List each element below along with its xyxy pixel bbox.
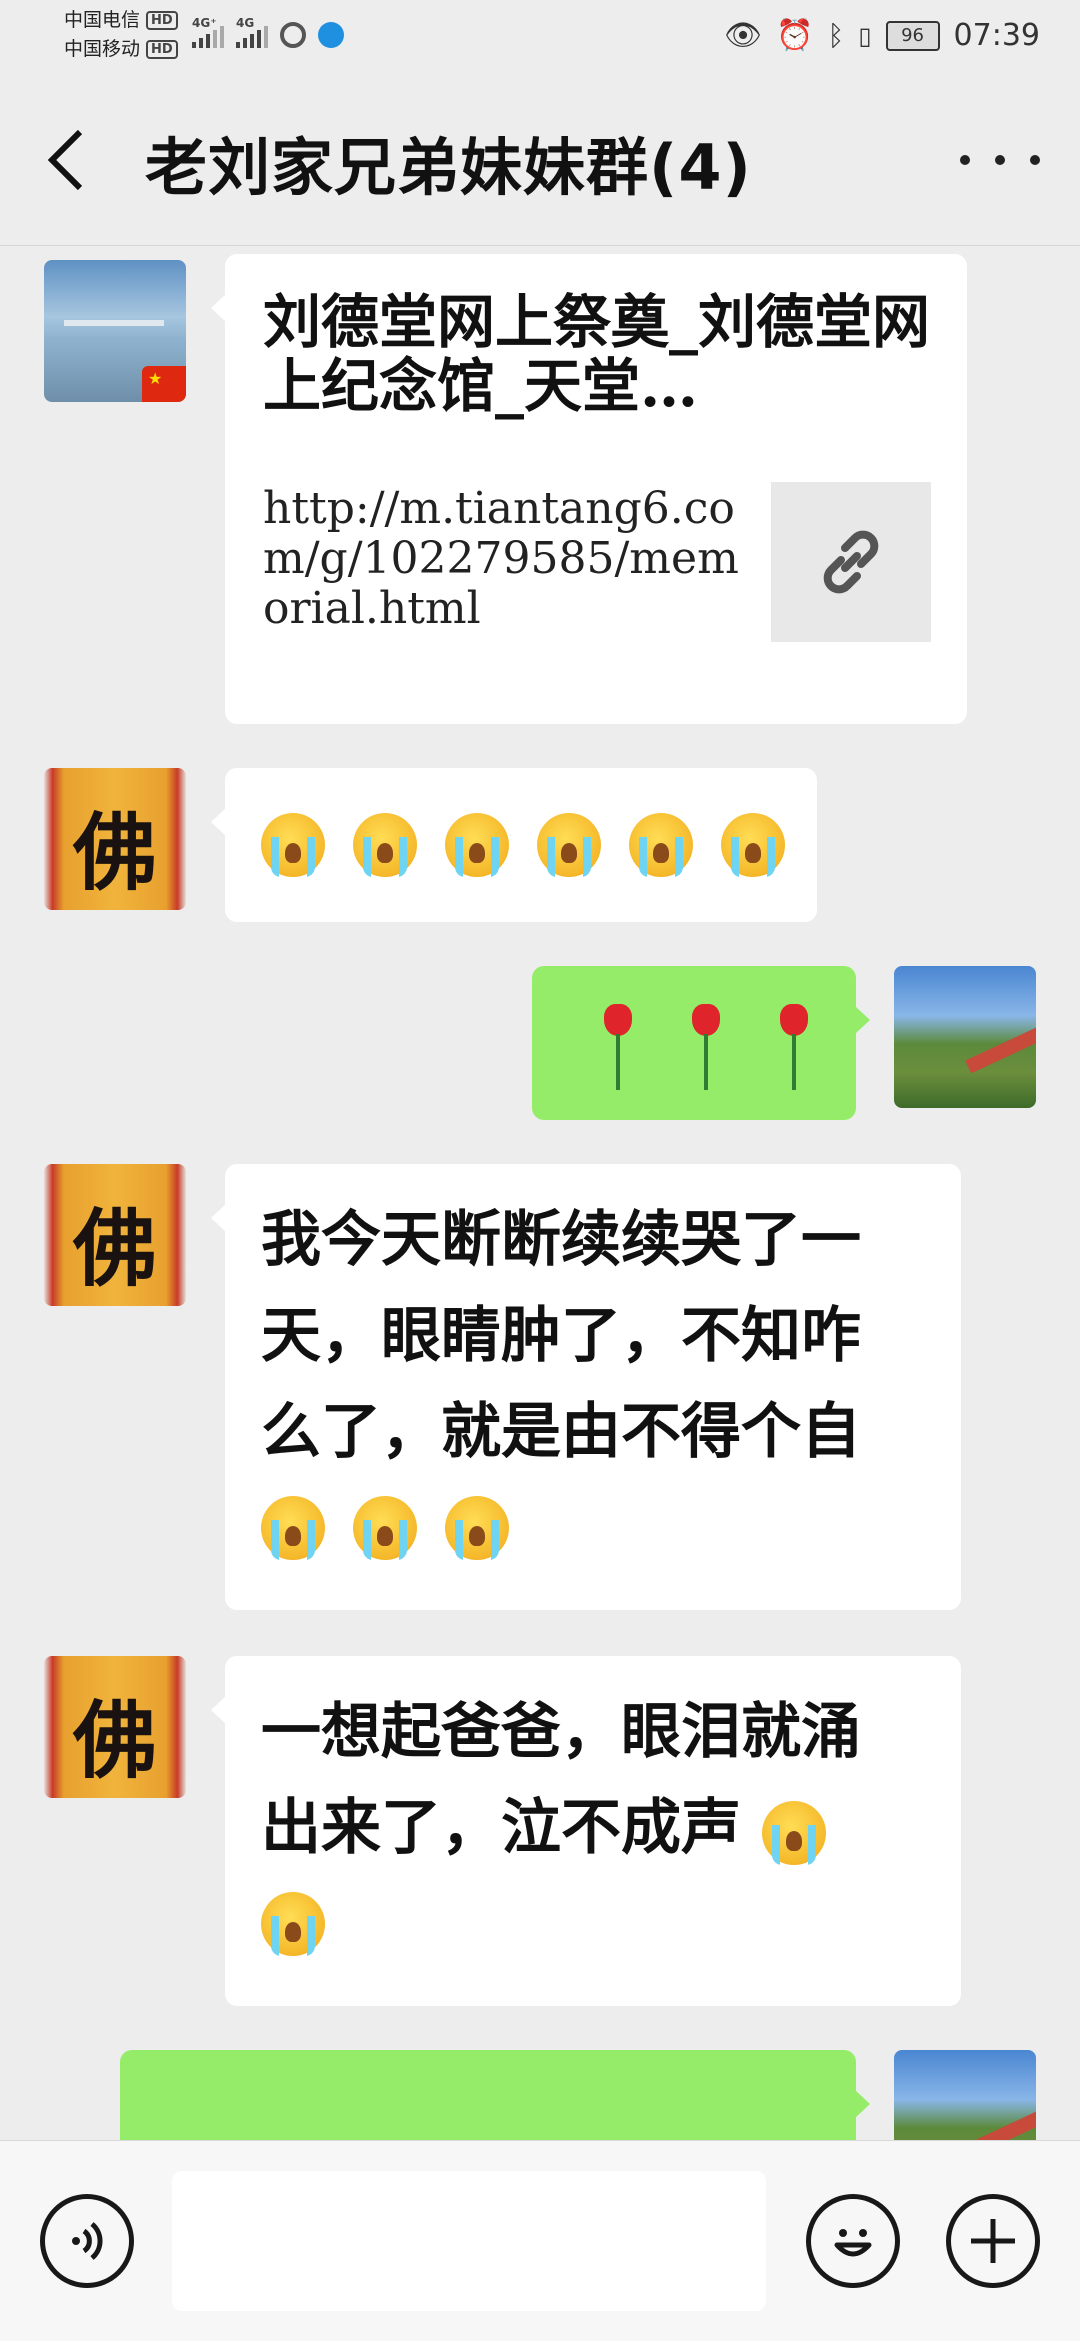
- crying-face-icon: [761, 1800, 826, 1865]
- link-thumbnail: [771, 482, 931, 642]
- eye-icon: 👁: [724, 18, 763, 53]
- text-message[interactable]: 我今天断断续续哭了一 天，眼睛肿了，不知咋 么了，就是由不得个自: [211, 1164, 961, 1610]
- outgoing-message[interactable]: [120, 2050, 870, 2140]
- my-avatar[interactable]: [894, 966, 1036, 1108]
- crying-face-icon: [629, 813, 693, 877]
- rose-icon: [588, 994, 648, 1094]
- crying-face-icon: [537, 813, 601, 877]
- chat-header: 老刘家兄弟妹妹群(4): [0, 75, 1080, 246]
- signal-icon: 4G: [236, 16, 268, 48]
- link-title: 刘德堂网上祭奠_刘德堂网上纪念馆_天堂…: [263, 288, 931, 420]
- emoji-button[interactable]: [806, 2194, 900, 2288]
- text-message[interactable]: 我今天断断续续哭了一 一想起爸爸，眼泪就涌 出来了，泣不成声: [211, 1656, 961, 2006]
- hd-badge: HD: [146, 11, 178, 30]
- plus-icon: [971, 2219, 1015, 2263]
- voice-icon: [72, 2222, 103, 2260]
- bluetooth-icon: ᛒ: [827, 19, 845, 52]
- outgoing-emoji-message[interactable]: [532, 966, 870, 1120]
- crying-face-icon: [445, 1496, 509, 1560]
- signal-icon: 4G⁺: [192, 16, 224, 48]
- crying-face-icon: [261, 1496, 325, 1560]
- rose-icon: [676, 994, 736, 1094]
- chat-title: 老刘家兄弟妹妹群(4): [145, 131, 752, 204]
- crying-face-icon: [721, 813, 785, 877]
- hd-badge: HD: [146, 40, 178, 59]
- crying-face-icon: [261, 813, 325, 877]
- avatar[interactable]: ★: [44, 260, 186, 402]
- emoji-message[interactable]: [211, 768, 817, 922]
- crying-face-icon: [353, 813, 417, 877]
- message-text: 我今天断断续续哭了一 一想起爸爸，眼泪就涌 出来了，泣不成声: [261, 1684, 941, 1972]
- more-options-button[interactable]: [960, 135, 1040, 185]
- chevron-left-icon: [47, 129, 83, 191]
- voice-button[interactable]: [40, 2194, 134, 2288]
- back-button[interactable]: [40, 120, 100, 200]
- status-time: 07:39: [953, 18, 1040, 53]
- vibrate-icon: ▯: [858, 21, 872, 50]
- app-notification-icon: [318, 22, 344, 48]
- input-bar: [0, 2140, 1080, 2341]
- carrier-info: 中国电信 HD 中国移动 HD: [64, 6, 178, 64]
- status-right: 👁 ⏰ ᛒ ▯ 96 07:39: [724, 18, 1040, 53]
- message-input[interactable]: [172, 2171, 766, 2311]
- avatar[interactable]: 佛: [44, 1164, 186, 1306]
- crying-face-icon: [445, 813, 509, 877]
- rose-icon: [764, 994, 824, 1094]
- avatar[interactable]: 佛: [44, 768, 186, 910]
- alarm-icon: ⏰: [776, 18, 814, 53]
- smiley-icon: [834, 2229, 872, 2257]
- link-card-message[interactable]: 刘德堂网上祭奠_刘德堂网上纪念馆_天堂… http://m.tiantang6.…: [211, 254, 967, 724]
- crying-face-icon: [353, 1496, 417, 1560]
- link-icon: [823, 530, 879, 594]
- my-avatar[interactable]: [894, 2050, 1036, 2140]
- status-bar: 中国电信 HD 中国移动 HD 4G⁺ 4G 👁 ⏰ ᛒ ▯ 96 07:39: [0, 0, 1080, 75]
- dot: [960, 155, 970, 165]
- more-functions-button[interactable]: [946, 2194, 1040, 2288]
- sync-icon: [280, 22, 306, 48]
- battery-icon: 96: [885, 20, 940, 51]
- dot: [995, 155, 1005, 165]
- message-list[interactable]: ★ 刘德堂网上祭奠_刘德堂网上纪念馆_天堂… http://m.tiantang…: [0, 246, 1080, 2140]
- flag-icon: ★: [142, 366, 186, 402]
- dot: [1030, 155, 1040, 165]
- signal-indicators: 4G⁺ 4G: [192, 16, 344, 48]
- carrier-1: 中国电信: [64, 9, 141, 31]
- avatar[interactable]: 佛: [44, 1656, 186, 1798]
- carrier-2: 中国移动: [64, 38, 141, 60]
- link-url: http://m.tiantang6.com/g/102279585/memor…: [263, 483, 739, 634]
- message-text: 我今天断断续续哭了一 天，眼睛肿了，不知咋 么了，就是由不得个自: [261, 1192, 941, 1576]
- crying-face-icon: [261, 1892, 325, 1956]
